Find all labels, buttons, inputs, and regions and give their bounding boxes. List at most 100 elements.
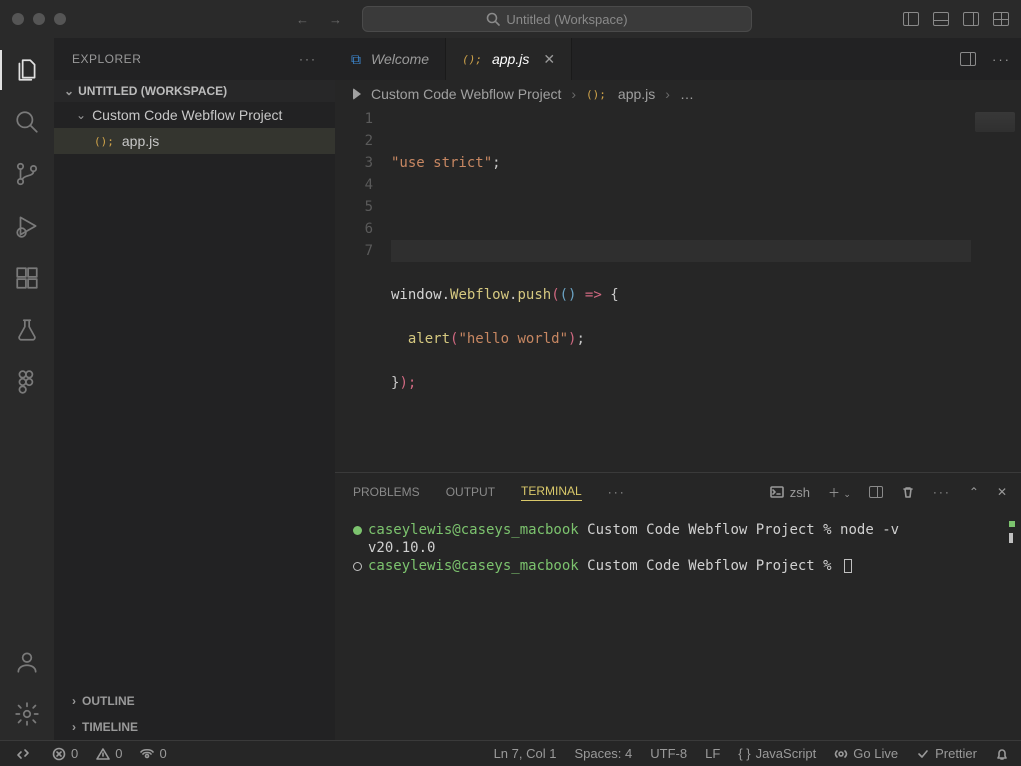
status-dot-icon	[353, 526, 362, 535]
status-indent[interactable]: Spaces: 4	[574, 746, 632, 761]
panel-tab-problems[interactable]: PROBLEMS	[353, 485, 420, 499]
zoom-window-icon[interactable]	[54, 13, 66, 25]
workspace-label: UNTITLED (WORKSPACE)	[78, 84, 227, 98]
command-center[interactable]: Untitled (Workspace)	[362, 6, 752, 32]
js-file-icon: ();	[462, 53, 482, 66]
activity-figma[interactable]	[0, 356, 54, 408]
status-ports[interactable]: 0	[140, 746, 166, 761]
broadcast-icon	[834, 747, 848, 761]
terminal-scroll-marks	[1009, 521, 1015, 543]
warning-icon	[96, 747, 110, 761]
main-area: EXPLORER ··· ⌄ UNTITLED (WORKSPACE) ⌄ Cu…	[0, 38, 1021, 740]
customize-layout-icon[interactable]	[993, 12, 1009, 26]
breadcrumb-file[interactable]: app.js	[618, 86, 655, 102]
close-window-icon[interactable]	[12, 13, 24, 25]
chevron-down-icon: ⌄	[76, 108, 86, 122]
bottom-panel: PROBLEMS OUTPUT TERMINAL ··· zsh ＋ ⌄ ···…	[335, 472, 1021, 740]
new-terminal-icon[interactable]: ＋ ⌄	[828, 484, 851, 501]
line-gutter: 1 2 3 4 5 6 7	[335, 108, 391, 472]
editor-area: ⧉ Welcome (); app.js ✕ ··· Custom Code W…	[335, 38, 1021, 740]
activity-explorer[interactable]	[0, 44, 54, 96]
figma-icon	[14, 369, 40, 395]
line-number: 4	[335, 174, 373, 196]
folder-row[interactable]: ⌄ Custom Code Webflow Project	[54, 102, 335, 128]
panel-more-icon[interactable]: ···	[608, 485, 626, 499]
minimap[interactable]	[975, 112, 1015, 132]
window-controls	[12, 13, 66, 25]
panel-tab-terminal[interactable]: TERMINAL	[521, 484, 582, 501]
tab-label: app.js	[492, 51, 529, 67]
command-center-text: Untitled (Workspace)	[506, 12, 627, 27]
explorer-more-icon[interactable]: ···	[299, 52, 317, 66]
workspace-row[interactable]: ⌄ UNTITLED (WORKSPACE)	[54, 80, 335, 102]
status-encoding[interactable]: UTF-8	[650, 746, 687, 761]
account-icon	[14, 649, 40, 675]
editor-tabs: ⧉ Welcome (); app.js ✕ ···	[335, 38, 1021, 80]
status-warnings[interactable]: 0	[96, 746, 122, 761]
js-file-icon: ();	[94, 135, 114, 148]
status-go-live[interactable]: Go Live	[834, 746, 898, 761]
close-panel-icon[interactable]: ✕	[997, 485, 1007, 499]
nav-back-icon[interactable]: ←	[296, 12, 309, 27]
minimize-window-icon[interactable]	[33, 13, 45, 25]
error-icon	[52, 747, 66, 761]
toggle-panel-icon[interactable]	[933, 12, 949, 26]
chevron-down-icon: ⌄	[64, 84, 74, 98]
file-row-app-js[interactable]: (); app.js	[54, 128, 335, 154]
activity-search[interactable]	[0, 96, 54, 148]
panel-tabs: PROBLEMS OUTPUT TERMINAL ··· zsh ＋ ⌄ ···…	[335, 473, 1021, 511]
tab-app-js[interactable]: (); app.js ✕	[446, 38, 572, 80]
timeline-section[interactable]: › TIMELINE	[54, 714, 335, 740]
line-number: 5	[335, 196, 373, 218]
panel-overflow-icon[interactable]: ···	[933, 485, 951, 499]
timeline-label: TIMELINE	[82, 720, 138, 734]
remote-indicator[interactable]	[12, 745, 34, 763]
activity-run-debug[interactable]	[0, 200, 54, 252]
run-icon[interactable]	[353, 88, 361, 100]
layout-controls	[903, 12, 1009, 26]
nav-forward-icon[interactable]: →	[329, 12, 342, 27]
chevron-up-icon[interactable]: ⌃	[969, 485, 979, 499]
toggle-secondary-sidebar-icon[interactable]	[963, 12, 979, 26]
status-position[interactable]: Ln 7, Col 1	[494, 746, 557, 761]
activity-extensions[interactable]	[0, 252, 54, 304]
outline-section[interactable]: › OUTLINE	[54, 688, 335, 714]
editor-more-icon[interactable]: ···	[992, 52, 1011, 67]
vscode-icon: ⧉	[351, 51, 361, 68]
terminal-icon	[770, 485, 784, 499]
close-tab-icon[interactable]: ✕	[543, 51, 555, 68]
panel-tab-output[interactable]: OUTPUT	[446, 485, 495, 499]
terminal-body[interactable]: caseylewis@caseys_macbook Custom Code We…	[335, 511, 1021, 740]
braces-icon: { }	[738, 746, 750, 761]
split-terminal-icon[interactable]	[869, 486, 883, 498]
terminal-selector[interactable]: zsh	[770, 485, 810, 500]
toggle-primary-sidebar-icon[interactable]	[903, 12, 919, 26]
tab-welcome[interactable]: ⧉ Welcome	[335, 38, 446, 80]
activity-accounts[interactable]	[0, 636, 54, 688]
breadcrumb-folder[interactable]: Custom Code Webflow Project	[371, 86, 561, 102]
line-number: 1	[335, 108, 373, 130]
chevron-right-icon: ›	[72, 694, 76, 708]
breadcrumb-ellipsis[interactable]: …	[680, 86, 694, 102]
title-bar: ← → Untitled (Workspace)	[0, 0, 1021, 38]
split-editor-icon[interactable]	[960, 52, 976, 66]
search-icon	[486, 12, 500, 26]
activity-source-control[interactable]	[0, 148, 54, 200]
trash-icon[interactable]	[901, 485, 915, 499]
code-editor[interactable]: 1 2 3 4 5 6 7 "use strict"; window.Webfl…	[335, 108, 1021, 472]
terminal-cursor	[844, 559, 852, 573]
js-file-icon: ();	[586, 88, 606, 101]
status-notifications[interactable]	[995, 747, 1009, 761]
status-errors[interactable]: 0	[52, 746, 78, 761]
status-language[interactable]: { } JavaScript	[738, 746, 816, 761]
activity-testing[interactable]	[0, 304, 54, 356]
gear-icon	[14, 701, 40, 727]
status-prettier[interactable]: Prettier	[916, 746, 977, 761]
status-eol[interactable]: LF	[705, 746, 720, 761]
code-content[interactable]: "use strict"; window.Webflow ||= []; win…	[391, 108, 1021, 472]
activity-settings[interactable]	[0, 688, 54, 740]
branch-icon	[14, 161, 40, 187]
extensions-icon	[14, 265, 40, 291]
current-line-highlight	[391, 240, 971, 262]
line-number: 3	[335, 152, 373, 174]
